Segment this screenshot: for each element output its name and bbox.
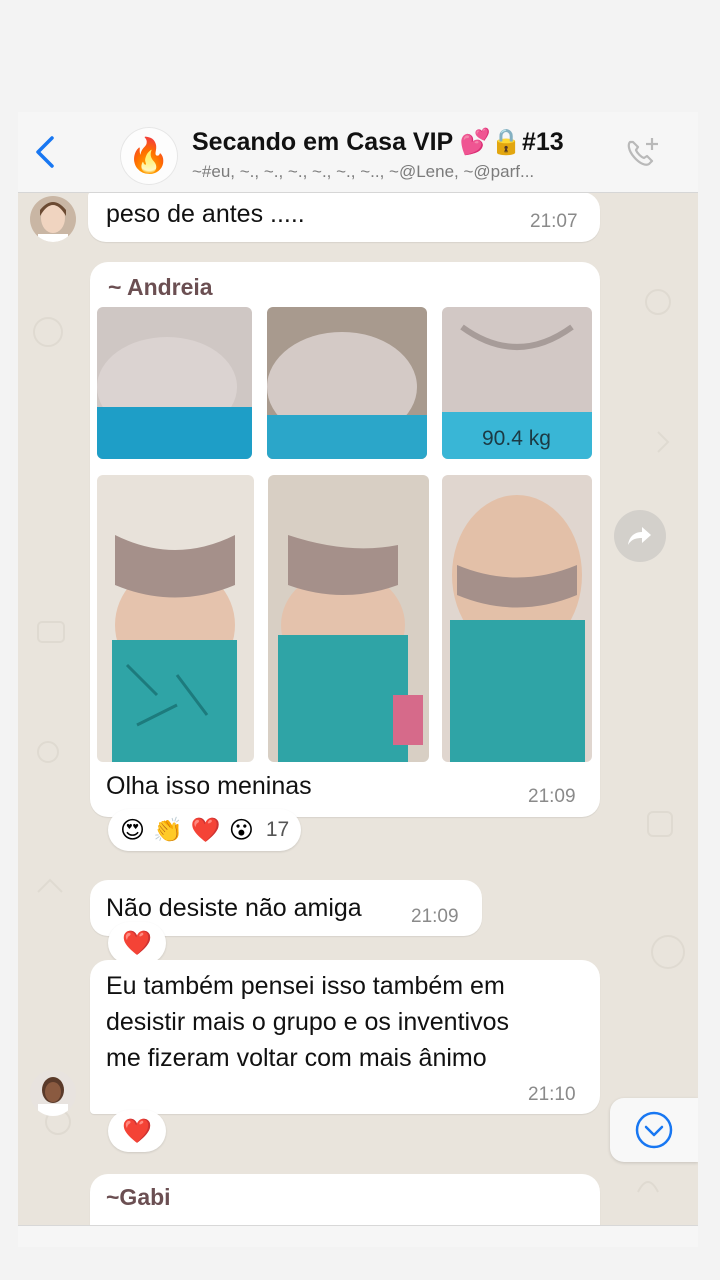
add-call-button[interactable] (622, 134, 662, 174)
message-text-line: Eu também pensei isso também em (106, 972, 505, 1000)
body-photo[interactable] (97, 475, 254, 762)
heart-eyes-icon: 😍 (120, 816, 146, 844)
sender-name[interactable]: ~ Andreia (108, 274, 213, 301)
message-text: peso de antes ..... (106, 200, 305, 228)
message-time: 21:07 (530, 211, 578, 232)
back-button[interactable] (34, 134, 64, 174)
heart-icon: ❤️ (122, 929, 152, 957)
message-text: Olha isso meninas (106, 772, 312, 800)
fire-icon: 🔥 (127, 137, 171, 175)
chevron-left-icon (36, 136, 54, 168)
message-time: 21:09 (528, 786, 576, 807)
message-bubble[interactable]: Eu também pensei isso também em desistir… (90, 960, 600, 1114)
message-list[interactable]: peso de antes ..... 21:07 ~ Andreia 90.4… (18, 192, 698, 1247)
forward-button[interactable] (614, 510, 666, 562)
group-avatar[interactable]: 🔥 (120, 127, 178, 185)
chat-header: 🔥 Secando em Casa VIP 💕🔒#13 ~#eu, ~., ~.… (18, 112, 698, 193)
message-time: 21:09 (411, 906, 459, 927)
phone-plus-icon (627, 138, 658, 166)
message-text-line: desistir mais o grupo e os inventivos (106, 1008, 509, 1036)
avatar[interactable] (30, 196, 76, 242)
user-photo (30, 196, 76, 242)
body-photo[interactable] (267, 307, 427, 459)
chat-screen: 🔥 Secando em Casa VIP 💕🔒#13 ~#eu, ~., ~.… (18, 112, 698, 1247)
message-input-bar[interactable] (18, 1225, 698, 1247)
scroll-to-bottom-button[interactable] (610, 1098, 698, 1162)
message-bubble[interactable]: peso de antes ..... 21:07 (88, 192, 600, 242)
sender-name[interactable]: ~Gabi (106, 1184, 171, 1211)
body-photo[interactable] (97, 307, 252, 459)
body-photo[interactable]: 90.4 kg (442, 307, 592, 459)
chevron-down-circle-icon (635, 1111, 673, 1149)
body-photo[interactable] (268, 475, 429, 762)
clapping-hands-icon: 👏 (153, 816, 183, 844)
reactions-bar[interactable]: 😍 👏 ❤️ 😮 17 (108, 809, 302, 851)
reactions-bar[interactable]: ❤️ (108, 1110, 166, 1152)
avatar[interactable] (30, 1070, 76, 1116)
photo-message-bubble[interactable]: ~ Andreia 90.4 kg Olha isso meninas 21:0… (90, 262, 600, 817)
heart-icon: ❤️ (190, 816, 221, 844)
group-title[interactable]: Secando em Casa VIP 💕🔒#13 (192, 128, 564, 157)
user-photo (30, 1070, 76, 1116)
message-text-line: me fizeram voltar com mais ânimo (106, 1044, 487, 1072)
reactions-bar[interactable]: ❤️ (108, 922, 166, 964)
message-time: 21:10 (528, 1084, 576, 1105)
group-members[interactable]: ~#eu, ~., ~., ~., ~., ~., ~.., ~@Lene, ~… (192, 162, 612, 182)
reaction-count: 17 (265, 818, 290, 841)
forward-arrow-icon (628, 527, 651, 545)
body-photo[interactable] (442, 475, 592, 762)
photo-weight-caption: 90.4 kg (482, 427, 551, 450)
message-text: Não desiste não amiga (106, 894, 362, 922)
heart-icon: ❤️ (122, 1117, 152, 1145)
surprised-face-icon: 😮 (228, 816, 254, 844)
